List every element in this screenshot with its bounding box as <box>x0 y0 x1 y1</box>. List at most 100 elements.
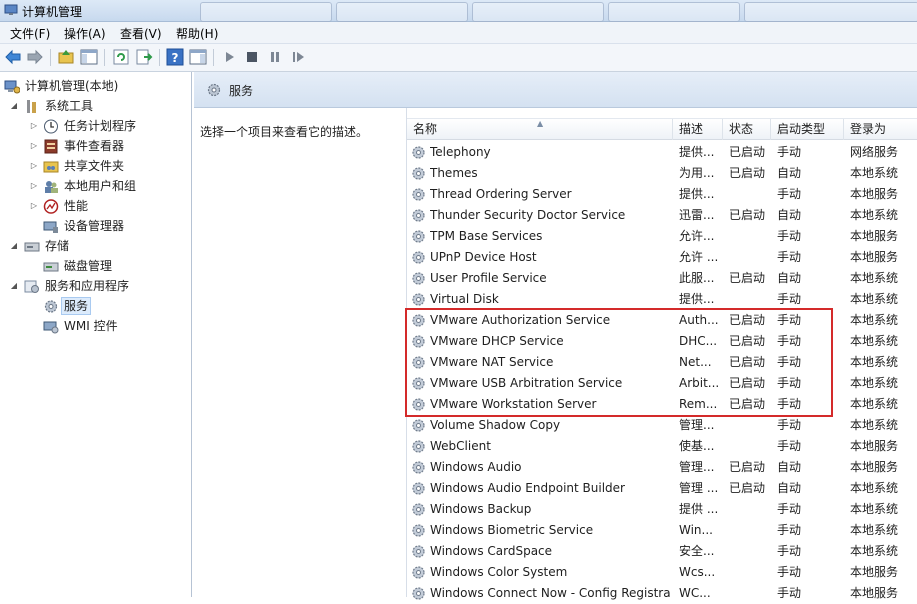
service-logon-as: 本地系统 <box>850 544 899 558</box>
service-row[interactable]: Windows Audio Endpoint Builder 管理 ... 已启动自… <box>407 478 917 499</box>
service-logon-as: 本地系统 <box>850 166 899 180</box>
service-description: WC... <box>679 586 711 600</box>
service-row[interactable]: VMware Workstation Server Rem... 已启动 手动 本地系统 <box>407 394 917 415</box>
device-manager-icon <box>43 221 58 233</box>
window-title: 计算机管理 <box>22 5 83 19</box>
gear-icon <box>412 356 425 369</box>
expanded-arrow-icon[interactable]: ◢ <box>9 276 19 296</box>
menu-file[interactable]: 文件(F) <box>9 25 51 42</box>
service-row[interactable]: TPM Base Services 允许... 手动 本地服务 <box>407 226 917 247</box>
service-row[interactable]: Windows CardSpace 安全... 手动 本地系统 <box>407 541 917 562</box>
stop-service-icon[interactable] <box>243 48 261 66</box>
service-row[interactable]: Windows Color System Wcs... 手动 本地服务 <box>407 562 917 583</box>
show-hide-tree-icon[interactable] <box>80 48 98 66</box>
up-folder-icon[interactable] <box>57 48 75 66</box>
tree-item-local-users[interactable]: ▷ 本地用户和组 <box>0 176 192 196</box>
tree-item-device-manager[interactable]: 设备管理器 <box>0 216 192 236</box>
service-description: 允许... <box>679 229 715 243</box>
help-icon[interactable]: ? <box>166 48 184 66</box>
column-logon-label: 登录为 <box>850 122 887 136</box>
service-row[interactable]: Thunder Security Doctor Service 迅雷... 已启动自… <box>407 205 917 226</box>
service-row[interactable]: Virtual Disk 提供... 手动 本地系统 <box>407 289 917 310</box>
service-row[interactable]: Volume Shadow Copy 管理... 手动 本地系统 <box>407 415 917 436</box>
gear-icon <box>412 566 425 579</box>
collapsed-arrow-icon[interactable]: ▷ <box>29 136 39 156</box>
tree-item-event-viewer[interactable]: ▷ 事件查看器 <box>0 136 192 156</box>
service-name: Thread Ordering Server <box>430 187 572 201</box>
resume-service-icon[interactable] <box>289 48 307 66</box>
collapsed-arrow-icon[interactable]: ▷ <box>29 156 39 176</box>
service-startup-type: 手动 <box>777 586 802 600</box>
service-row[interactable]: Windows Connect Now - Config Registrar WC… <box>407 583 917 604</box>
tree-item-services-apps[interactable]: ◢ 服务和应用程序 <box>0 276 192 296</box>
performance-icon <box>43 199 59 214</box>
tree-item-performance[interactable]: ▷ 性能 <box>0 196 192 216</box>
tree-item-disk-management[interactable]: 磁盘管理 <box>0 256 192 276</box>
service-row[interactable]: User Profile Service 此服... 已启动 自动 本地系统 <box>407 268 917 289</box>
column-header-startup-type[interactable]: 启动类型 <box>771 119 844 140</box>
collapsed-arrow-icon[interactable]: ▷ <box>29 196 39 216</box>
tree-item-wmi[interactable]: WMI 控件 <box>0 316 192 336</box>
service-row[interactable]: Windows Backup 提供 ... 手动 本地系统 <box>407 499 917 520</box>
tree-label: 事件查看器 <box>64 139 125 153</box>
collapsed-arrow-icon[interactable]: ▷ <box>29 116 39 136</box>
services-applications-icon <box>24 280 39 293</box>
background-window-tab <box>744 2 917 22</box>
gear-icon <box>412 209 425 222</box>
service-status: 已启动 <box>729 313 766 327</box>
menu-help[interactable]: 帮助(H) <box>175 25 219 42</box>
services-header-title: 服务 <box>229 84 254 98</box>
service-row[interactable]: VMware Authorization Service Auth... 已启动 手动… <box>407 310 917 331</box>
service-startup-type: 自动 <box>777 208 802 222</box>
service-logon-as: 本地系统 <box>850 271 899 285</box>
column-header-description[interactable]: 描述 <box>673 119 723 140</box>
service-startup-type: 手动 <box>777 229 802 243</box>
service-row[interactable]: Windows Audio 管理... 已启动 自动 本地服务 <box>407 457 917 478</box>
tree-item-computer-management[interactable]: 计算机管理(本地) <box>0 76 192 96</box>
action-pane-icon[interactable] <box>189 48 207 66</box>
back-arrow-icon[interactable] <box>4 48 22 66</box>
export-list-icon[interactable] <box>135 48 153 66</box>
refresh-icon[interactable] <box>112 48 130 66</box>
service-startup-type: 手动 <box>777 502 802 516</box>
forward-arrow-icon[interactable] <box>26 48 44 66</box>
service-row[interactable]: VMware USB Arbitration Service Arbit... 已启… <box>407 373 917 394</box>
column-header-status[interactable]: 状态 <box>723 119 771 140</box>
service-row[interactable]: Telephony 提供... 已启动 手动 网络服务 <box>407 142 917 163</box>
column-header-logon-as[interactable]: 登录为 <box>844 119 917 140</box>
service-row[interactable]: VMware DHCP Service DHC... 已启动 手动 本地系统 <box>407 331 917 352</box>
service-row[interactable]: WebClient 使基... 手动 本地服务 <box>407 436 917 457</box>
start-service-icon[interactable] <box>221 48 239 66</box>
expanded-arrow-icon[interactable]: ◢ <box>9 96 19 116</box>
background-window-tab <box>336 2 468 22</box>
service-row[interactable]: UPnP Device Host 允许 ... 手动 本地服务 <box>407 247 917 268</box>
service-startup-type: 手动 <box>777 544 802 558</box>
service-row[interactable]: Thread Ordering Server 提供... 手动 本地服务 <box>407 184 917 205</box>
service-description: Auth... <box>679 313 719 327</box>
service-row[interactable]: Windows Biometric Service Win... 手动 本地系统 <box>407 520 917 541</box>
service-startup-type: 手动 <box>777 250 802 264</box>
column-header-name[interactable]: 名称 ▲ <box>407 119 673 140</box>
menu-action[interactable]: 操作(A) <box>63 25 107 42</box>
service-row[interactable]: VMware NAT Service Net... 已启动 手动 本地系统 <box>407 352 917 373</box>
service-status: 已启动 <box>729 460 766 474</box>
service-name: Volume Shadow Copy <box>430 418 561 432</box>
description-prompt: 选择一个项目来查看它的描述。 <box>200 125 369 139</box>
service-startup-type: 手动 <box>777 439 802 453</box>
service-row[interactable]: Themes 为用... 已启动 自动 本地系统 <box>407 163 917 184</box>
tree-item-storage[interactable]: ◢ 存储 <box>0 236 192 256</box>
tree-item-task-scheduler[interactable]: ▷ 任务计划程序 <box>0 116 192 136</box>
disk-icon <box>43 262 59 272</box>
service-description: 提供... <box>679 145 715 159</box>
collapsed-arrow-icon[interactable]: ▷ <box>29 176 39 196</box>
tree-item-system-tools[interactable]: ◢ 系统工具 <box>0 96 192 116</box>
expanded-arrow-icon[interactable]: ◢ <box>9 236 19 256</box>
menu-view[interactable]: 查看(V) <box>119 25 163 42</box>
tree-item-shared-folders[interactable]: ▷ 共享文件夹 <box>0 156 192 176</box>
tree-item-services[interactable]: 服务 <box>0 296 192 316</box>
gear-icon <box>412 398 425 411</box>
pause-service-icon[interactable] <box>266 48 284 66</box>
service-name: Windows Connect Now - Config Registrar <box>430 586 670 600</box>
gear-icon <box>412 230 425 243</box>
gear-icon <box>412 251 425 264</box>
